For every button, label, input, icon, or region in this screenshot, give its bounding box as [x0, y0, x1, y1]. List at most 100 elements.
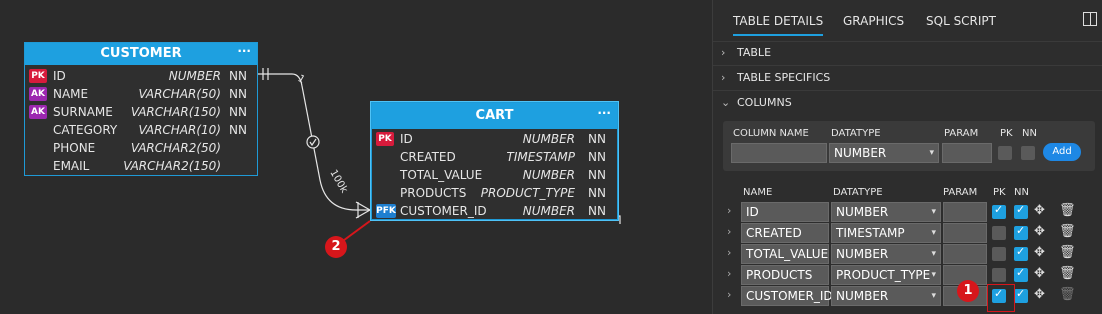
section-columns[interactable]: ⌄ COLUMNS: [721, 93, 792, 113]
column-nn-checkbox[interactable]: [1014, 266, 1028, 282]
section-table[interactable]: › TABLE: [721, 43, 771, 63]
ak-badge: AK: [29, 87, 47, 101]
entity-column-row[interactable]: EMAIL VARCHAR2(150): [25, 157, 257, 175]
column-row[interactable]: › ID NUMBER ✥ 🗑: [713, 202, 1102, 222]
new-column-datatype-select[interactable]: NUMBER: [829, 143, 939, 163]
column-name: NAME: [53, 87, 89, 101]
trash-icon[interactable]: 🗑: [1059, 266, 1076, 281]
column-name-input[interactable]: PRODUCTS: [741, 265, 829, 285]
pfk-badge: PFK: [376, 204, 396, 218]
column-pk-checkbox[interactable]: [992, 226, 1006, 240]
cart-entity-header[interactable]: CART ···: [372, 103, 617, 129]
column-datatype-select[interactable]: TIMESTAMP: [831, 223, 941, 243]
column-row[interactable]: › CREATED TIMESTAMP ✥ 🗑: [713, 223, 1102, 243]
move-icon[interactable]: ✥: [1034, 203, 1045, 218]
entity-column-row[interactable]: PRODUCTS PRODUCT_TYPE NN: [372, 184, 617, 202]
trash-icon[interactable]: 🗑: [1059, 245, 1076, 260]
entity-column-row[interactable]: CREATED TIMESTAMP NN: [372, 148, 617, 166]
column-pk-checkbox[interactable]: [992, 247, 1006, 261]
move-icon[interactable]: ✥: [1034, 287, 1045, 302]
customer-entity-header[interactable]: CUSTOMER ···: [25, 43, 257, 65]
column-type: VARCHAR2(150): [123, 159, 221, 173]
column-nn: NN: [588, 204, 606, 218]
header-param: PARAM: [943, 187, 978, 198]
tab-sql-script[interactable]: SQL SCRIPT: [926, 14, 996, 28]
column-param-input[interactable]: [943, 202, 987, 222]
tab-graphics[interactable]: GRAPHICS: [843, 14, 904, 28]
entity-column-row[interactable]: TOTAL_VALUE NUMBER NN: [372, 166, 617, 184]
column-param-input[interactable]: [943, 223, 987, 243]
move-icon[interactable]: ✥: [1034, 224, 1045, 239]
add-column-button[interactable]: Add: [1043, 143, 1081, 161]
column-nn-checkbox[interactable]: [1014, 287, 1028, 303]
entity-column-row[interactable]: PK ID NUMBER NN: [372, 130, 617, 148]
column-pk-checkbox[interactable]: [992, 203, 1006, 219]
column-nn-checkbox[interactable]: [1014, 203, 1028, 219]
column-name: PHONE: [53, 141, 96, 155]
entity-column-row[interactable]: AK SURNAME VARCHAR(150) NN: [25, 103, 257, 121]
column-row[interactable]: › CUSTOMER_ID NUMBER ✥ 🗑: [713, 286, 1102, 306]
column-datatype-select[interactable]: NUMBER: [831, 244, 941, 264]
annotation-highlight: [987, 284, 1015, 312]
tab-table-details[interactable]: TABLE DETAILS: [733, 14, 824, 36]
label-pk: PK: [1000, 128, 1013, 139]
trash-icon[interactable]: 🗑: [1059, 224, 1076, 239]
ak-badge: AK: [29, 105, 47, 119]
chevron-right-icon[interactable]: ›: [727, 225, 731, 238]
entity-column-row[interactable]: PK ID NUMBER NN: [25, 67, 257, 85]
column-type: VARCHAR(50): [138, 87, 221, 101]
customer-entity-title: CUSTOMER: [100, 46, 182, 61]
cart-entity[interactable]: CART ··· PK ID NUMBER NN CREATED TIMESTA…: [371, 102, 618, 220]
column-row[interactable]: › PRODUCTS PRODUCT_TYPE ✥ 🗑: [713, 265, 1102, 285]
entity-column-row[interactable]: CATEGORY VARCHAR(10) NN: [25, 121, 257, 139]
chevron-right-icon: ›: [721, 71, 726, 84]
column-name-input[interactable]: TOTAL_VALUE: [741, 244, 829, 264]
move-icon[interactable]: ✥: [1034, 245, 1045, 260]
column-name-input[interactable]: CREATED: [741, 223, 829, 243]
diagram-canvas[interactable]: 1 100k CUSTOMER ··· PK ID NUMBER NN AK N…: [0, 0, 712, 314]
column-name: ID: [53, 69, 66, 83]
chevron-right-icon[interactable]: ›: [727, 267, 731, 280]
new-column-param-input[interactable]: [942, 143, 992, 163]
chevron-right-icon[interactable]: ›: [727, 204, 731, 217]
panel-tabs: TABLE DETAILS GRAPHICS SQL SCRIPT: [713, 0, 1102, 40]
column-name-input[interactable]: CUSTOMER_ID: [741, 286, 833, 306]
customer-entity[interactable]: CUSTOMER ··· PK ID NUMBER NN AK NAME VAR…: [24, 42, 258, 176]
split-panel-icon[interactable]: [1083, 12, 1097, 26]
more-icon[interactable]: ···: [597, 100, 611, 126]
section-table-specifics[interactable]: › TABLE SPECIFICS: [721, 68, 830, 88]
entity-column-row[interactable]: PFK CUSTOMER_ID NUMBER NN: [372, 202, 617, 220]
column-name-input[interactable]: ID: [741, 202, 829, 222]
column-datatype-select[interactable]: PRODUCT_TYPE: [831, 265, 941, 285]
column-nn: NN: [588, 186, 606, 200]
column-datatype-select[interactable]: NUMBER: [831, 202, 941, 222]
section-label: TABLE: [737, 46, 772, 59]
column-pk-checkbox[interactable]: [992, 268, 1006, 282]
annotation-marker-2: 2: [325, 236, 347, 258]
entity-column-row[interactable]: PHONE VARCHAR2(50): [25, 139, 257, 157]
trash-icon[interactable]: 🗑: [1059, 203, 1076, 218]
column-type: VARCHAR2(50): [130, 141, 221, 155]
column-nn-checkbox[interactable]: [1014, 224, 1028, 240]
new-column-name-input[interactable]: [731, 143, 827, 163]
column-nn: NN: [588, 132, 606, 146]
column-nn-checkbox[interactable]: [1014, 245, 1028, 261]
chevron-right-icon[interactable]: ›: [727, 246, 731, 259]
trash-icon[interactable]: 🗑: [1059, 287, 1076, 302]
column-name: CATEGORY: [53, 123, 118, 137]
header-datatype: DATATYPE: [833, 187, 883, 198]
column-row[interactable]: › TOTAL_VALUE NUMBER ✥ 🗑: [713, 244, 1102, 264]
move-icon[interactable]: ✥: [1034, 266, 1045, 281]
column-param-input[interactable]: [943, 244, 987, 264]
chevron-right-icon[interactable]: ›: [727, 288, 731, 301]
more-icon[interactable]: ···: [237, 40, 251, 62]
new-column-nn-checkbox[interactable]: [1021, 146, 1035, 160]
entity-column-row[interactable]: AK NAME VARCHAR(50) NN: [25, 85, 257, 103]
chevron-right-icon: ›: [721, 46, 726, 59]
column-nn: NN: [229, 87, 247, 101]
column-nn: NN: [229, 105, 247, 119]
new-column-pk-checkbox[interactable]: [998, 146, 1012, 160]
column-type: TIMESTAMP: [506, 150, 575, 164]
column-datatype-select[interactable]: NUMBER: [831, 286, 941, 306]
table-details-panel: TABLE DETAILS GRAPHICS SQL SCRIPT › TABLE…: [712, 0, 1102, 314]
